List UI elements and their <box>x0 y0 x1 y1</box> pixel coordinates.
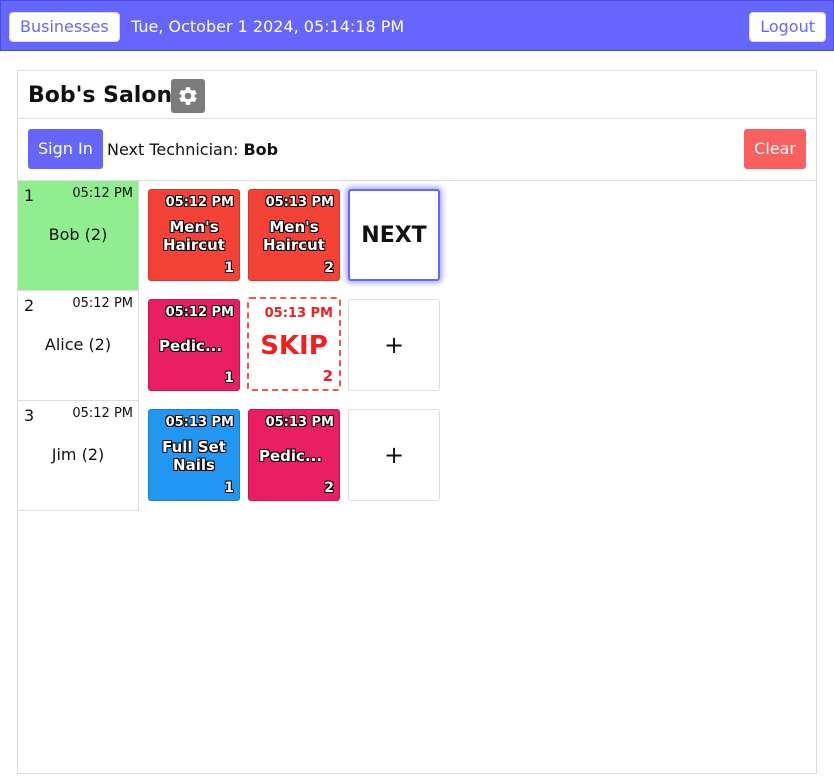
technician-name: Alice (2) <box>44 335 112 354</box>
tile-service: Men's Haircut <box>263 218 325 254</box>
next-technician-name: Bob <box>243 140 279 159</box>
tile-count: 2 <box>324 260 334 276</box>
settings-button[interactable] <box>171 79 205 113</box>
current-datetime: Tue, October 1 2024, 05:14:18 PM <box>131 17 405 36</box>
technician-signin-time: 05:12 PM <box>72 296 133 311</box>
technician-signin-time: 05:12 PM <box>72 406 133 421</box>
tile-service: Pedic... <box>259 447 323 465</box>
tile-count: 1 <box>224 480 234 496</box>
tile-time: 05:12 PM <box>165 195 234 210</box>
next-button[interactable]: NEXT <box>348 189 440 281</box>
top-bar: Businesses Tue, October 1 2024, 05:14:18… <box>0 0 834 51</box>
tile-time: 05:13 PM <box>165 415 234 430</box>
clear-button[interactable]: Clear <box>744 129 806 169</box>
tile-time: 05:13 PM <box>264 306 333 321</box>
skip-tile[interactable]: 05:13 PM SKIP 2 <box>247 297 341 391</box>
sign-in-button[interactable]: Sign In <box>28 129 103 169</box>
technician-row-alice[interactable]: 2 05:12 PM Alice (2) <box>18 291 139 401</box>
salon-name: Bob's Salon <box>28 83 173 108</box>
service-tile[interactable]: 05:12 PM Pedic... 1 <box>148 299 240 391</box>
service-tile[interactable]: 05:13 PM Men's Haircut 2 <box>248 189 340 281</box>
tile-count: 2 <box>324 480 334 496</box>
gear-icon <box>179 87 197 105</box>
tile-service: Men's Haircut <box>163 218 225 254</box>
technician-name: Bob (2) <box>48 225 108 244</box>
service-tile[interactable]: 05:12 PM Men's Haircut 1 <box>148 189 240 281</box>
technician-number: 1 <box>24 186 35 205</box>
add-service-button[interactable]: + <box>348 409 440 501</box>
technician-number: 3 <box>24 406 35 425</box>
tile-count: 1 <box>224 260 234 276</box>
technician-signin-time: 05:12 PM <box>72 186 133 201</box>
action-bar: Sign In Next Technician: Bob Clear <box>18 119 816 181</box>
tile-service: Pedic... <box>159 337 223 355</box>
service-tile[interactable]: 05:13 PM Pedic... 2 <box>248 409 340 501</box>
technician-name: Jim (2) <box>51 445 105 464</box>
skip-label: SKIP <box>260 331 328 361</box>
tile-count: 2 <box>322 367 333 385</box>
technician-list: 1 05:12 PM Bob (2) 2 05:12 PM Alice (2) … <box>18 181 139 511</box>
tile-time: 05:13 PM <box>265 415 334 430</box>
businesses-button[interactable]: Businesses <box>9 12 120 42</box>
technician-row-jim[interactable]: 3 05:12 PM Jim (2) <box>18 401 139 511</box>
next-technician-prefix: Next Technician: <box>107 140 244 159</box>
logout-button[interactable]: Logout <box>749 12 826 42</box>
technician-number: 2 <box>24 296 35 315</box>
tile-time: 05:12 PM <box>165 305 234 320</box>
panel-header: Bob's Salon <box>18 71 816 119</box>
tile-time: 05:13 PM <box>265 195 334 210</box>
tile-count: 1 <box>224 370 234 386</box>
next-technician: Next Technician: Bob <box>107 139 278 161</box>
add-service-button[interactable]: + <box>348 299 440 391</box>
salon-panel: Bob's Salon Sign In Next Technician: Bob… <box>17 70 817 774</box>
service-tile[interactable]: 05:13 PM Full Set Nails 1 <box>148 409 240 501</box>
tile-service: Full Set Nails <box>162 438 226 474</box>
technician-row-bob[interactable]: 1 05:12 PM Bob (2) <box>18 181 139 291</box>
